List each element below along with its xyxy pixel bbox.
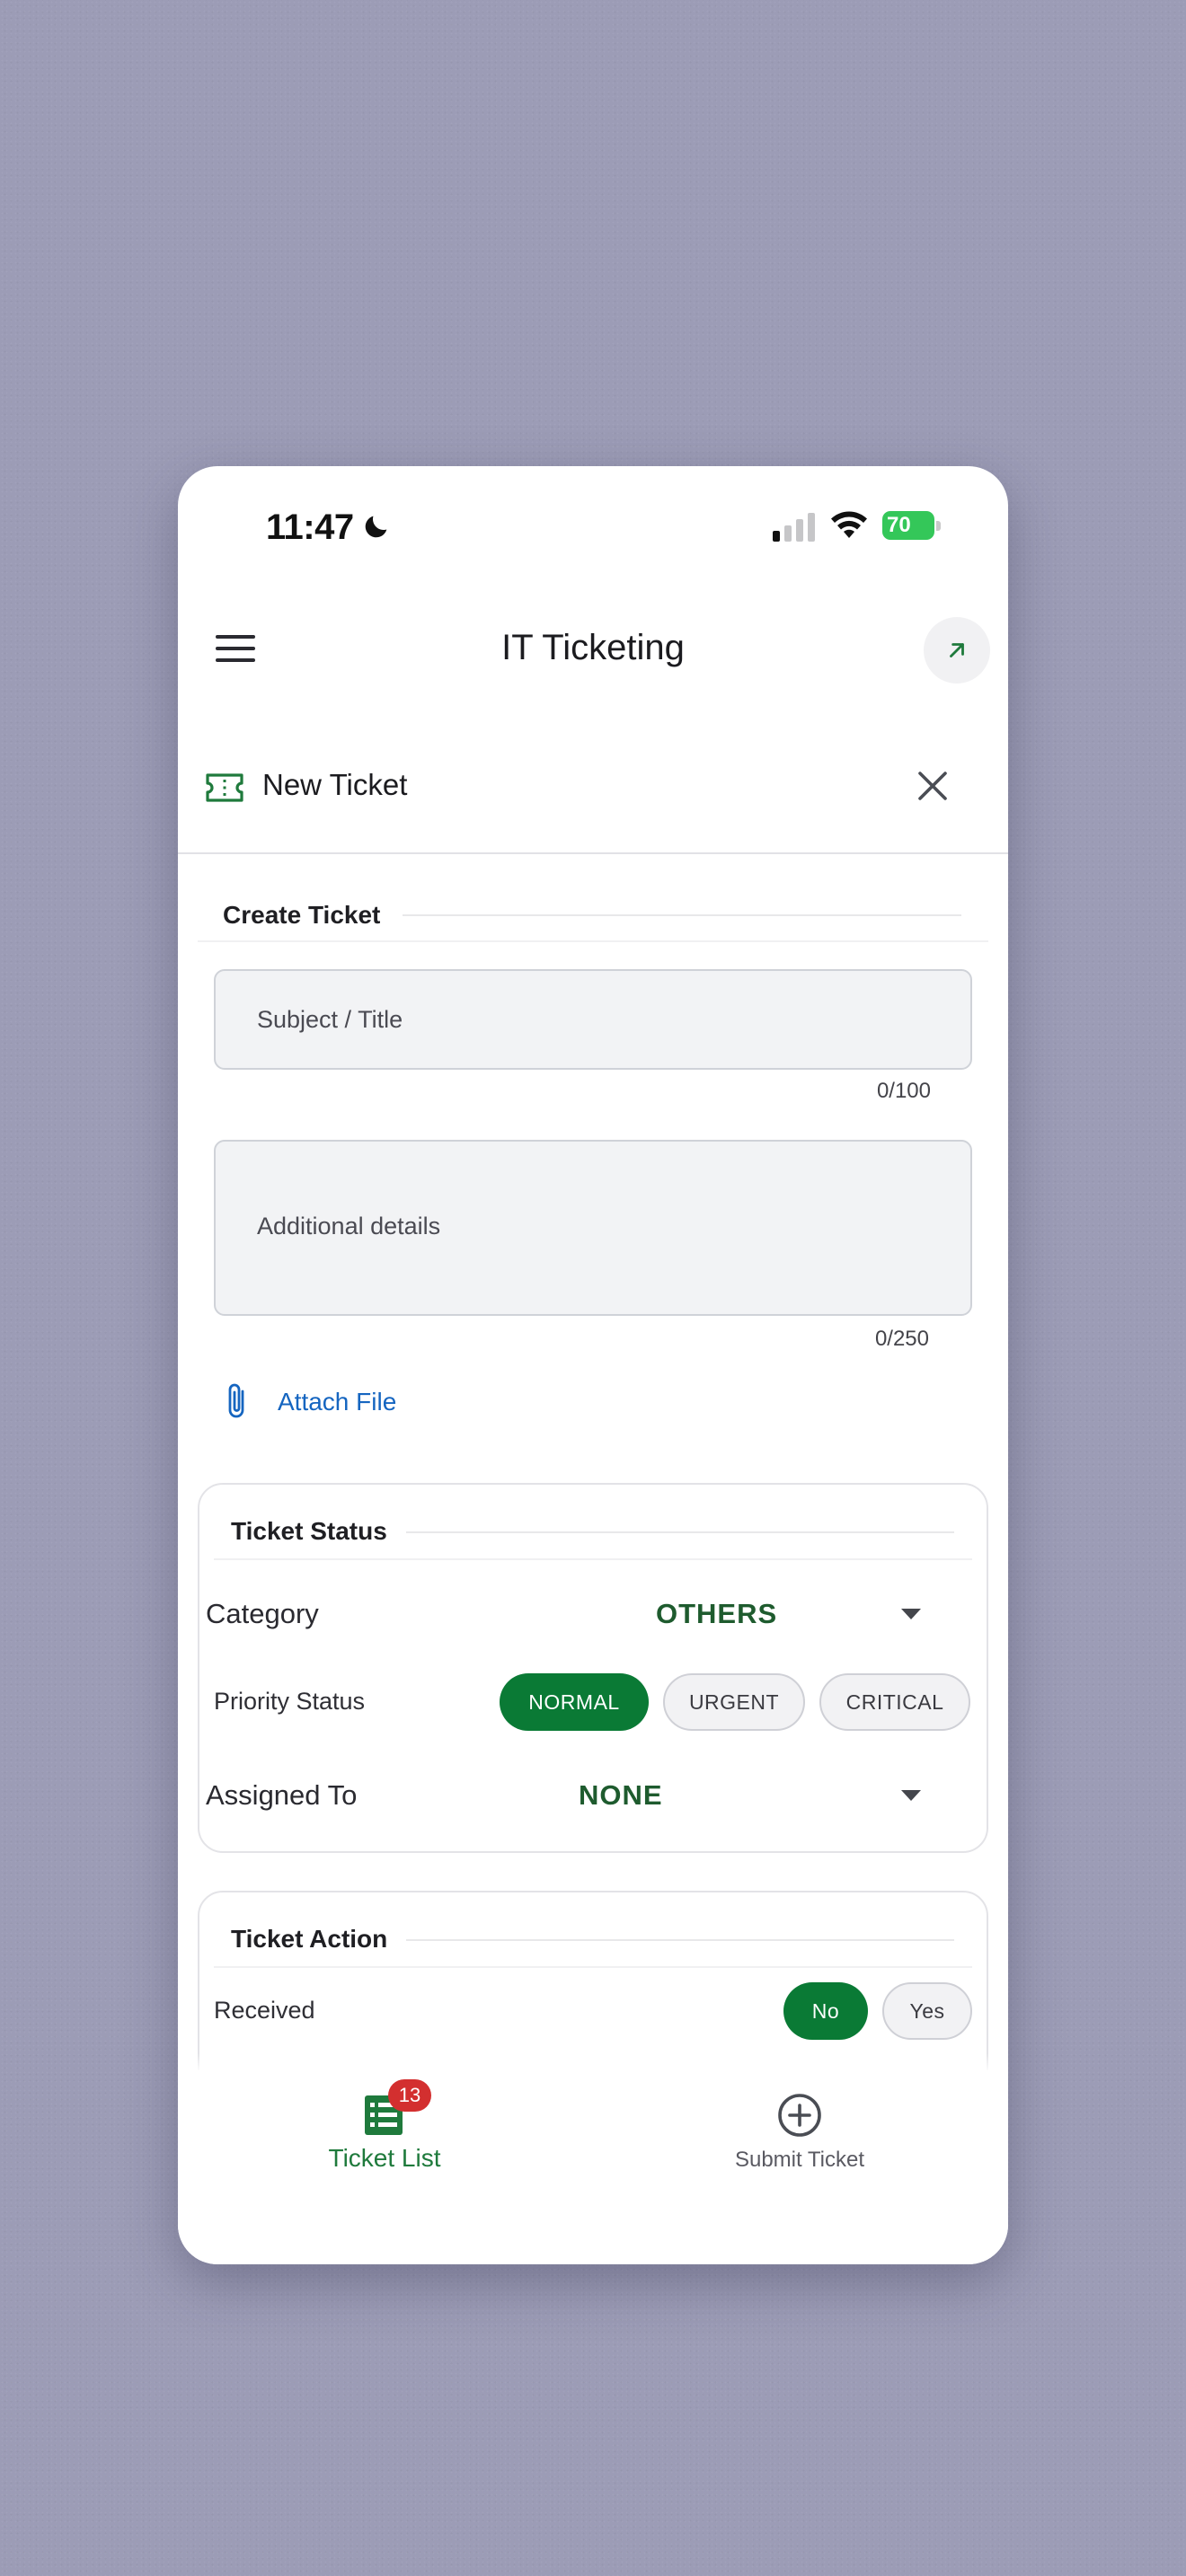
moon-icon bbox=[365, 516, 387, 538]
category-label: Category bbox=[206, 1598, 319, 1629]
app-title: IT Ticketing bbox=[501, 628, 685, 667]
cellular-signal-icon bbox=[773, 513, 815, 542]
create-ticket-heading: Create Ticket bbox=[223, 901, 381, 929]
category-value: OTHERS bbox=[656, 1598, 778, 1629]
header-divider bbox=[178, 852, 1008, 854]
assigned-to-label: Assigned To bbox=[206, 1779, 358, 1811]
received-chip-yes[interactable]: Yes bbox=[882, 1982, 972, 2040]
section-divider bbox=[198, 940, 988, 942]
section-line bbox=[406, 1939, 954, 1941]
status-time: 11:47 bbox=[266, 507, 354, 547]
details-counter: 0/250 bbox=[874, 1327, 929, 1351]
received-chip-no[interactable]: No bbox=[783, 1982, 868, 2040]
received-label: Received bbox=[214, 1997, 315, 2024]
dropdown-arrow-icon bbox=[901, 1609, 921, 1619]
battery-level: 70 bbox=[882, 511, 934, 540]
wifi-icon bbox=[831, 511, 867, 538]
section-line bbox=[403, 914, 961, 916]
dropdown-arrow-icon bbox=[901, 1790, 921, 1801]
phone-screen: 11:47 70 IT Ticketing New Ticket Create … bbox=[178, 466, 1008, 2264]
section-line bbox=[406, 1531, 954, 1533]
section-divider bbox=[214, 1558, 972, 1560]
subject-counter: 0/100 bbox=[876, 1079, 931, 1103]
ticket-count-badge: 13 bbox=[388, 2079, 431, 2112]
nav-label-submit-ticket: Submit Ticket bbox=[734, 2148, 865, 2172]
details-field[interactable] bbox=[214, 1140, 972, 1316]
ticket-action-heading: Ticket Action bbox=[231, 1925, 388, 1953]
priority-label: Priority Status bbox=[214, 1688, 366, 1715]
paperclip-icon[interactable] bbox=[223, 1381, 252, 1422]
attach-file-link[interactable]: Attach File bbox=[278, 1388, 396, 1416]
battery-nub bbox=[936, 521, 941, 531]
priority-chip-urgent[interactable]: URGENT bbox=[663, 1673, 805, 1731]
priority-chip-critical[interactable]: CRITICAL bbox=[819, 1673, 970, 1731]
ticket-icon bbox=[206, 773, 243, 802]
ticket-status-heading: Ticket Status bbox=[231, 1517, 387, 1545]
section-divider bbox=[214, 1966, 972, 1968]
close-icon[interactable] bbox=[911, 764, 954, 807]
open-external-button[interactable] bbox=[924, 617, 990, 684]
arrow-up-right-icon bbox=[950, 643, 964, 657]
assigned-to-value: NONE bbox=[579, 1779, 663, 1811]
priority-chip-normal[interactable]: NORMAL bbox=[500, 1673, 649, 1731]
form-title: New Ticket bbox=[262, 768, 408, 801]
category-dropdown[interactable]: OTHERS bbox=[600, 1585, 933, 1643]
bottom-fade bbox=[178, 2054, 1008, 2072]
subject-field[interactable] bbox=[214, 969, 972, 1070]
nav-label-ticket-list: Ticket List bbox=[328, 2144, 441, 2172]
assigned-to-dropdown[interactable]: NONE bbox=[555, 1767, 933, 1824]
subject-input[interactable] bbox=[257, 1005, 970, 1034]
details-input[interactable] bbox=[257, 1213, 970, 1243]
plus-circle-icon bbox=[778, 2094, 821, 2137]
battery-indicator: 70 bbox=[882, 511, 942, 540]
